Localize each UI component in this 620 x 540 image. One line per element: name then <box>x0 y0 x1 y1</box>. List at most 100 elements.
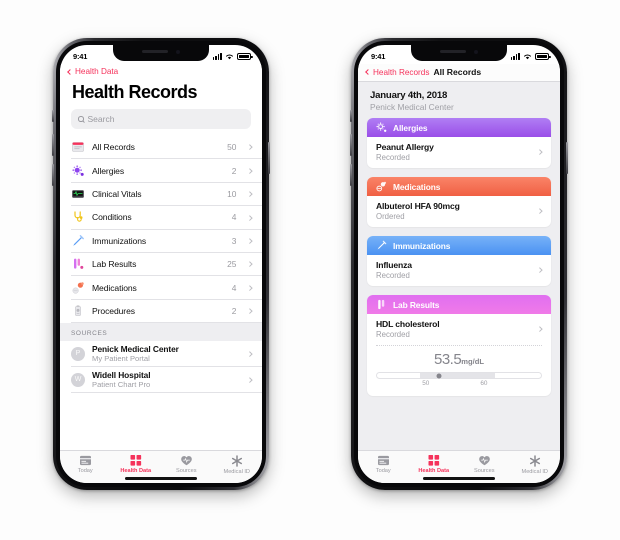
card-row[interactable]: HDL cholesterol Recorded <box>367 314 551 345</box>
tab-medical-id[interactable]: Medical ID <box>510 455 561 475</box>
list-item-allergies[interactable]: Allergies 2 <box>71 159 262 183</box>
home-indicator[interactable] <box>423 476 495 480</box>
tab-sources[interactable]: Sources <box>459 455 510 474</box>
screen-health-records: 9:41 Health Data Health Records Search A… <box>60 45 262 483</box>
list-item-label: Lab Results <box>92 259 137 270</box>
list-item-count: 2 <box>231 305 237 316</box>
sources-heart-icon <box>478 456 490 466</box>
card-medications[interactable]: Medications Albuterol HFA 90mcg Ordered <box>367 177 551 227</box>
search-icon <box>78 116 84 122</box>
allergen-burst-icon <box>376 122 387 132</box>
card-header: Lab Results <box>367 295 551 314</box>
tab-label: Health Data <box>418 468 450 474</box>
search-placeholder: Search <box>87 114 115 124</box>
range-tick-low: 50 <box>422 380 430 387</box>
tab-health-data[interactable]: Health Data <box>111 455 162 474</box>
nav-bar-right: Health Records All Records <box>358 64 560 82</box>
home-indicator[interactable] <box>125 476 197 480</box>
card-title: Allergies <box>393 122 428 133</box>
all-records-icon <box>71 140 85 154</box>
card-item-status: Ordered <box>376 212 405 221</box>
source-name: Penick Medical Center <box>92 343 179 354</box>
list-item-medications[interactable]: Medications 4 <box>71 276 262 300</box>
record-category-list: All Records 50 Allergies 2 Clinical Vita… <box>60 136 262 324</box>
tab-sources[interactable]: Sources <box>161 455 212 474</box>
measurement-range-slider[interactable] <box>376 372 542 379</box>
card-row[interactable]: Influenza Recorded <box>367 255 551 286</box>
measurement-value: 53.5 <box>434 351 462 368</box>
list-item-immunizations[interactable]: Immunizations 3 <box>71 230 262 253</box>
record-date: January 4th, 2018 <box>370 90 448 101</box>
tab-label: Sources <box>175 468 197 474</box>
immunizations-icon <box>71 234 85 248</box>
pills-icon <box>376 181 387 192</box>
chevron-right-icon <box>247 351 253 357</box>
list-item-count: 4 <box>231 212 237 223</box>
chevron-right-icon <box>247 214 253 220</box>
tab-today[interactable]: Today <box>358 455 409 474</box>
tab-today[interactable]: Today <box>60 455 111 474</box>
list-item-count: 3 <box>231 235 237 246</box>
iphone-device-left: 9:41 Health Data Health Records Search A… <box>52 38 270 490</box>
chevron-right-icon <box>247 191 253 197</box>
back-button-label: Health Records <box>373 67 430 77</box>
search-input[interactable]: Search <box>71 109 251 129</box>
measurement-value-row: 53.5mg/dL <box>376 351 542 369</box>
tab-medical-id[interactable]: Medical ID <box>212 455 263 475</box>
today-card-icon <box>79 455 91 466</box>
health-records-content: Health Records Search All Records 50 All… <box>60 80 262 450</box>
medications-icon <box>71 281 85 295</box>
status-bar: 9:41 <box>358 45 560 64</box>
avatar: P <box>71 346 85 361</box>
list-item-lab-results[interactable]: Lab Results 25 <box>71 253 262 277</box>
avatar: W <box>71 372 85 387</box>
cellular-bars-icon <box>212 52 222 60</box>
test-tubes-icon <box>378 299 385 310</box>
lab-measurement: 53.5mg/dL 50 60 <box>367 345 551 396</box>
chevron-right-icon <box>537 267 543 273</box>
card-lab-results[interactable]: Lab Results HDL cholesterol Recorded 53.… <box>367 295 551 396</box>
card-title: Lab Results <box>393 299 440 310</box>
list-item-source-penick[interactable]: P Penick Medical Center My Patient Porta… <box>71 341 262 368</box>
list-item-label: Allergies <box>92 165 125 176</box>
source-subtitle: Patient Chart Pro <box>92 380 151 390</box>
card-item-name: Peanut Allergy <box>376 142 434 152</box>
chevron-right-icon <box>247 284 253 291</box>
allergies-icon <box>71 164 85 178</box>
source-subtitle: My Patient Portal <box>92 354 150 364</box>
card-title: Medications <box>393 181 441 192</box>
all-records-content: January 4th, 2018 Penick Medical Center <box>358 82 560 450</box>
status-time: 9:41 <box>73 51 88 61</box>
card-immunizations[interactable]: Immunizations Influenza Recorded <box>367 236 551 286</box>
status-time: 9:41 <box>371 51 386 61</box>
list-item-all-records[interactable]: All Records 50 <box>71 136 262 160</box>
health-data-icon <box>428 455 439 466</box>
back-button[interactable]: Health Records <box>365 67 430 77</box>
tab-health-data[interactable]: Health Data <box>409 455 460 474</box>
screenshot-stage: 9:41 Health Data Health Records Search A… <box>0 0 620 540</box>
card-allergies[interactable]: Allergies Peanut Allergy Recorded <box>367 118 551 168</box>
sources-section-header: SOURCES <box>60 323 262 342</box>
chevron-right-icon <box>537 208 543 214</box>
list-item-count: 4 <box>231 282 237 293</box>
range-knob[interactable] <box>436 373 442 378</box>
range-ticks: 50 60 <box>376 380 542 389</box>
list-item-clinical-vitals[interactable]: Clinical Vitals 10 <box>71 183 262 207</box>
range-tick-high: 60 <box>480 380 488 387</box>
record-provider: Penick Medical Center <box>370 102 454 112</box>
card-row[interactable]: Albuterol HFA 90mcg Ordered <box>367 196 551 227</box>
list-item-conditions[interactable]: Conditions 4 <box>71 206 262 230</box>
procedures-icon <box>71 304 85 318</box>
list-item-procedures[interactable]: Procedures 2 <box>71 300 262 324</box>
card-item-status: Recorded <box>376 153 410 162</box>
medical-id-icon <box>529 455 540 467</box>
battery-icon <box>535 52 551 60</box>
card-item-name: HDL cholesterol <box>376 319 440 329</box>
source-name: Widell Hospital <box>92 369 151 380</box>
list-item-source-widell[interactable]: W Widell Hospital Patient Chart Pro <box>71 367 262 394</box>
chevron-left-icon <box>365 69 371 75</box>
card-row[interactable]: Peanut Allergy Recorded <box>367 137 551 168</box>
tab-label: Health Data <box>120 468 152 474</box>
tab-label: Medical ID <box>223 469 250 475</box>
back-button[interactable]: Health Data <box>67 67 118 76</box>
